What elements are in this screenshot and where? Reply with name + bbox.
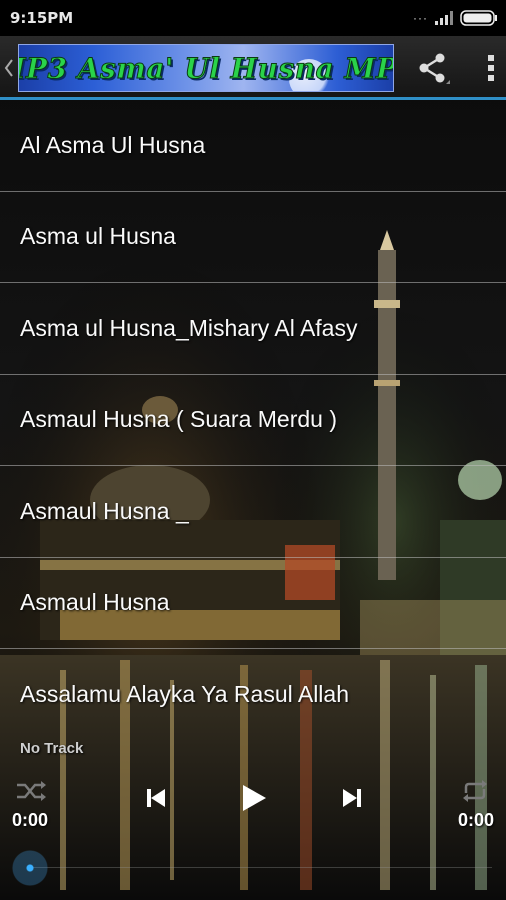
track-item[interactable]: Asmaul Husna [0,558,506,649]
play-button[interactable] [234,776,274,820]
previous-button[interactable] [138,780,174,816]
track-item[interactable]: Al Asma Ul Husna [0,100,506,192]
shuffle-icon [17,781,46,801]
action-bar: MP3 Asma' Ul Husna MP3 [0,36,506,100]
elapsed-time: 0:00 [12,810,49,830]
back-button[interactable] [0,46,18,90]
repeat-button[interactable] [456,776,494,806]
app-title-banner: MP3 Asma' Ul Husna MP3 [18,44,394,92]
shuffle-button[interactable] [12,776,50,806]
track-title: Asma ul Husna [20,223,176,250]
next-icon [343,789,361,807]
share-button[interactable] [410,48,456,88]
track-item[interactable]: Assalamu Alayka Ya Rasul Allah [0,649,506,741]
track-title: Asma ul Husna_Mishary Al Afasy [20,314,358,341]
back-chevron-icon [4,59,13,77]
more-dots-icon: ··· [413,11,428,25]
track-item[interactable]: Asma ul Husna [0,192,506,283]
play-icon [243,785,266,811]
next-button[interactable] [334,780,370,816]
overflow-menu-button[interactable] [476,48,506,88]
seek-track [30,867,492,868]
track-item[interactable]: Asmaul Husna ( Suara Merdu ) [0,375,506,466]
battery-icon [460,10,497,26]
status-bar: 9:15PM ··· [0,0,506,36]
track-title: Asmaul Husna [20,589,170,616]
previous-icon [147,789,165,807]
status-icons: ··· [413,10,498,26]
track-title: Asmaul Husna _ [20,497,189,524]
status-time: 9:15PM [10,9,74,27]
share-icon [419,53,450,84]
track-list: Al Asma Ul Husna Asma ul Husna Asma ul H… [0,100,506,741]
total-duration: 0:00 [457,810,494,830]
app-title: MP3 Asma' Ul Husna MP3 [19,51,393,85]
track-item[interactable]: Asma ul Husna_Mishary Al Afasy [0,283,506,375]
track-title: Assalamu Alayka Ya Rasul Allah [20,681,349,708]
repeat-icon [463,780,487,802]
track-title: Asmaul Husna ( Suara Merdu ) [20,406,338,433]
seek-thumb[interactable] [12,850,48,886]
track-title: Al Asma Ul Husna [20,131,206,158]
track-item[interactable]: Asmaul Husna _ [0,466,506,558]
overflow-menu-icon [488,55,494,81]
signal-icon [435,11,453,25]
now-playing-label: No Track [20,740,84,757]
seek-bar[interactable] [0,848,506,888]
